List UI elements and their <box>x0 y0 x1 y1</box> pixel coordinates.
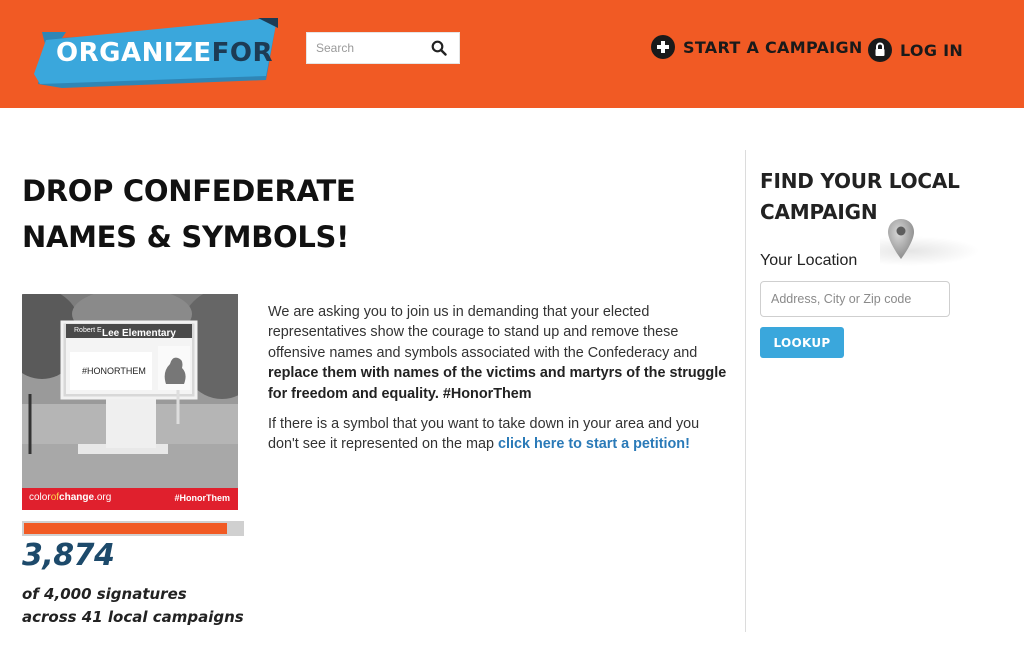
lock-circle-icon <box>868 38 892 62</box>
search-input[interactable] <box>307 33 427 63</box>
log-in-label: LOG IN <box>900 40 964 60</box>
signature-progress-fill <box>24 523 227 534</box>
colorofchange-logo-part-4: .org <box>94 492 112 503</box>
campaign-image: Robert E Lee Elementary #HONORTHEM color… <box>22 294 238 510</box>
find-campaign-heading-line-1: FIND YOUR LOCAL <box>760 169 960 193</box>
description-paragraph-1: We are asking you to join us in demandin… <box>268 302 732 404</box>
site-header: ORGANIZEFOR START A CAMPAIGN LOG IN <box>0 0 1024 108</box>
organizefor-logo[interactable]: ORGANIZEFOR <box>32 18 278 90</box>
logo-text-suffix: FOR <box>211 38 274 68</box>
start-petition-link[interactable]: click here to start a petition! <box>498 436 690 452</box>
plus-circle-icon <box>651 35 675 59</box>
logo-text: ORGANIZEFOR <box>56 38 273 68</box>
colorofchange-logo-part-2: of <box>50 492 60 503</box>
colorofchange-logo-part-3: change <box>59 492 95 503</box>
page-title-line-2: NAMES & SYMBOLS! <box>22 220 350 254</box>
location-input[interactable] <box>760 281 950 317</box>
honorthem-tag: #HonorThem <box>174 493 230 503</box>
map-pin-icon <box>888 219 914 259</box>
column-divider <box>745 150 746 632</box>
page-title: DROP CONFEDERATE NAMES & SYMBOLS! <box>22 168 442 260</box>
signature-progress-bar <box>22 521 244 536</box>
lookup-button[interactable]: LOOKUP <box>760 327 844 358</box>
start-campaign-label: START A CAMPAIGN <box>683 37 863 57</box>
logo-text-main: ORGANIZE <box>56 38 212 68</box>
log-in-link[interactable]: LOG IN <box>868 37 963 63</box>
sign-text: #HONORTHEM <box>82 366 146 376</box>
signature-count: 3,874 <box>22 538 115 573</box>
colorofchange-band: colorofchange.org #HonorThem <box>22 488 238 510</box>
sign-name-small: Robert E <box>74 327 102 334</box>
find-campaign-heading-line-2: CAMPAIGN <box>760 200 878 224</box>
search-icon[interactable] <box>431 40 447 56</box>
school-sign-photo: Robert E Lee Elementary #HONORTHEM <box>22 294 238 488</box>
description-paragraph-2: If there is a symbol that you want to ta… <box>268 414 732 455</box>
sign-name: Lee Elementary <box>102 328 176 339</box>
signature-goal-text: of 4,000 signatures <box>22 585 187 603</box>
campaign-description: We are asking you to join us in demandin… <box>268 302 732 465</box>
find-campaign-heading: FIND YOUR LOCAL CAMPAIGN <box>760 166 1000 228</box>
description-bold-text: replace them with names of the victims a… <box>268 365 727 402</box>
description-text: We are asking you to join us in demandin… <box>268 304 698 361</box>
start-campaign-link[interactable]: START A CAMPAIGN <box>651 34 863 60</box>
local-campaigns-text: across 41 local campaigns <box>22 608 244 626</box>
colorofchange-logo: colorofchange.org <box>29 492 111 503</box>
colorofchange-logo-part-1: color <box>29 492 51 503</box>
location-label: Your Location <box>760 252 858 269</box>
search-box <box>306 32 460 64</box>
page-title-line-1: DROP CONFEDERATE <box>22 174 356 208</box>
